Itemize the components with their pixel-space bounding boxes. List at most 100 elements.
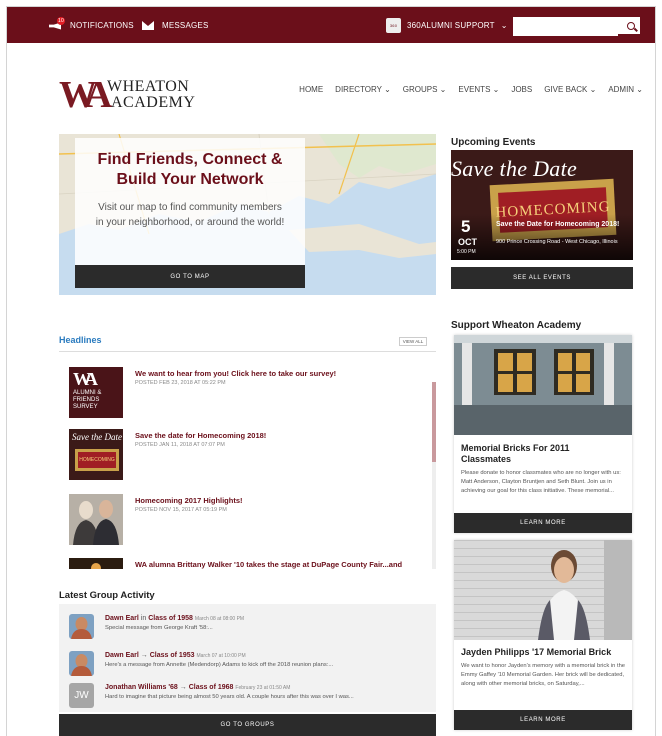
homecoming-thumbnail-ticket: HOMECOMING — [78, 452, 116, 468]
headlines-scroll-thumb[interactable] — [432, 382, 436, 462]
list-item[interactable]: Dawn Earl → Class of 1953 March 07 at 10… — [69, 651, 424, 679]
activity-group[interactable]: Class of 1968 — [189, 684, 234, 691]
support-label: 360ALUMNI SUPPORT — [407, 20, 495, 30]
group-activity-heading: Latest Group Activity — [59, 590, 155, 601]
activity-author[interactable]: Dawn Earl — [105, 615, 139, 622]
logo-line1: WHEATON — [107, 78, 190, 95]
headline-date: POSTED JAN 11, 2018 AT 07:07 PM — [135, 442, 225, 448]
activity-header: Jonathan Williams '68 → Class of 1968 Fe… — [105, 684, 290, 691]
list-item[interactable]: WA alumna Brittany Walker '10 takes the … — [69, 558, 409, 569]
search-icon — [627, 21, 635, 30]
homecoming-thumbnail-headline: Save the Date — [72, 432, 122, 442]
avatar[interactable] — [69, 614, 94, 639]
event-month: OCT — [458, 237, 477, 247]
map-hero: Find Friends, Connect & Build Your Netwo… — [59, 134, 436, 295]
headline-title[interactable]: WA alumna Brittany Walker '10 takes the … — [135, 560, 402, 569]
activity-group[interactable]: Class of 1953 — [150, 652, 195, 659]
event-image-headline: Save the Date — [451, 156, 578, 181]
notification-count-badge: 10 — [57, 16, 65, 25]
activity-separator: in — [138, 615, 149, 622]
account-avatar: 360 — [386, 17, 401, 33]
list-item[interactable]: Save the Date HOMECOMING Save the date f… — [69, 429, 409, 481]
headline-title[interactable]: Homecoming 2017 Highlights! — [135, 496, 243, 505]
headline-date: POSTED NOV 15, 2017 AT 05:19 PM — [135, 507, 227, 513]
activity-author[interactable]: Dawn Earl — [105, 652, 139, 659]
homecoming-thumbnail: Save the Date HOMECOMING — [69, 429, 123, 480]
avatar-initials[interactable]: JW — [69, 683, 94, 708]
search-input[interactable] — [513, 19, 618, 36]
nav-jobs[interactable]: JOBS — [511, 85, 532, 94]
support-card-title[interactable]: Jayden Philipps '17 Memorial Brick — [461, 647, 611, 658]
learn-more-button[interactable]: LEARN MORE — [454, 710, 632, 730]
page-frame: 10 NOTIFICATIONS MESSAGES 360 360ALUMNI … — [6, 6, 656, 736]
chevron-down-icon: ⌄ — [500, 20, 508, 30]
support-heading: Support Wheaton Academy — [451, 320, 582, 331]
headlines-heading[interactable]: Headlines — [59, 335, 102, 345]
hero-subtitle: Visit our map to find community members … — [75, 200, 305, 230]
envelope-icon — [142, 20, 154, 30]
house-photo — [454, 335, 632, 435]
event-title[interactable]: Save the Date for Homecoming 2018! — [496, 221, 628, 229]
logo-line2: ACADEMY — [111, 94, 196, 111]
hero-subtitle-line1: Visit our map to find community members — [98, 202, 282, 213]
top-bar: 10 NOTIFICATIONS MESSAGES 360 360ALUMNI … — [7, 7, 655, 43]
group-activity-list: Dawn Earl in Class of 1958 March 08 at 0… — [59, 604, 436, 712]
survey-thumbnail-text: ALUMNI & FRIENDS SURVEY — [73, 390, 102, 410]
see-all-events-button[interactable]: SEE ALL EVENTS — [451, 267, 633, 289]
list-item[interactable]: JW Jonathan Williams '68 → Class of 1968… — [69, 683, 424, 711]
site-logo[interactable]: WA WHEATON ACADEMY — [59, 73, 199, 117]
megaphone-icon: 10 — [49, 16, 65, 31]
support-card-text: We want to honor Jayden's memory with a … — [461, 663, 626, 687]
activity-message: Hard to imagine that picture being almos… — [105, 694, 354, 700]
nav-groups[interactable]: GROUPS ⌄ — [403, 85, 447, 94]
headline-title[interactable]: Save the date for Homecoming 2018! — [135, 431, 266, 440]
survey-thumbnail: WA ALUMNI & FRIENDS SURVEY — [69, 367, 123, 418]
headlines-list: WA ALUMNI & FRIENDS SURVEY We want to he… — [59, 351, 436, 569]
notifications-link[interactable]: 10 NOTIFICATIONS — [49, 7, 134, 43]
support-card-title-line1: Memorial Bricks For 2011 — [461, 443, 570, 453]
main-nav: HOME DIRECTORY ⌄ GROUPS ⌄ EVENTS ⌄ JOBS … — [299, 85, 643, 94]
hero-title-line1: Find Friends, Connect & — [97, 151, 283, 168]
activity-group[interactable]: Class of 1958 — [148, 615, 193, 622]
support-card-title-line1: Jayden Philipps '17 Memorial Brick — [461, 647, 612, 657]
activity-separator: → — [177, 684, 189, 691]
nav-directory[interactable]: DIRECTORY ⌄ — [335, 85, 391, 94]
headlines-scrollbar[interactable] — [432, 382, 436, 569]
event-card[interactable]: Save the Date HOMECOMING 5 OCT 5:00 PM S… — [451, 150, 633, 260]
nav-give-back[interactable]: GIVE BACK ⌄ — [544, 85, 596, 94]
support-card-title-line2: Classmates — [461, 454, 512, 464]
search-box[interactable] — [513, 17, 640, 36]
logo-wordmark: WHEATON ACADEMY — [107, 79, 195, 111]
avatar[interactable] — [69, 651, 94, 676]
support-card-title[interactable]: Memorial Bricks For 2011 Classmates — [461, 443, 570, 465]
activity-date: March 07 at 10:00 PM — [196, 653, 246, 659]
list-item[interactable]: Homecoming 2017 Highlights! POSTED NOV 1… — [69, 494, 409, 546]
event-day: 5 — [461, 217, 471, 236]
event-time: 5:00 PM — [457, 249, 476, 255]
hero-title: Find Friends, Connect & Build Your Netwo… — [75, 150, 305, 190]
activity-date: February 23 at 01:50 AM — [235, 685, 291, 691]
search-button[interactable] — [622, 17, 640, 34]
support-card-memorial: Jayden Philipps '17 Memorial Brick We wa… — [454, 540, 632, 730]
go-to-groups-button[interactable]: GO TO GROUPS — [59, 714, 436, 736]
support-account-menu[interactable]: 360 360ALUMNI SUPPORT ⌄ — [386, 7, 508, 43]
messages-label: MESSAGES — [162, 20, 209, 30]
activity-message: Special message from George Kraft '58:..… — [105, 625, 213, 631]
nav-home[interactable]: HOME — [299, 85, 323, 94]
portrait-photo — [454, 540, 632, 640]
activity-header: Dawn Earl in Class of 1958 March 08 at 0… — [105, 615, 244, 622]
nav-admin[interactable]: ADMIN ⌄ — [608, 85, 643, 94]
support-card-text: Please donate to honor classmates who ar… — [461, 470, 621, 494]
hero-title-line2: Build Your Network — [116, 171, 264, 188]
list-item[interactable]: Dawn Earl in Class of 1958 March 08 at 0… — [69, 614, 424, 642]
support-card-bricks: Memorial Bricks For 2011 Classmates Plea… — [454, 335, 632, 533]
view-all-button[interactable]: VIEW ALL — [399, 337, 427, 346]
headline-title[interactable]: We want to hear from you! Click here to … — [135, 369, 336, 378]
learn-more-button[interactable]: LEARN MORE — [454, 513, 632, 533]
list-item[interactable]: WA ALUMNI & FRIENDS SURVEY We want to he… — [69, 367, 409, 419]
activity-author[interactable]: Jonathan Williams '68 — [105, 684, 178, 691]
go-to-map-button[interactable]: GO TO MAP — [75, 265, 305, 288]
activity-date: March 08 at 08:00 PM — [194, 616, 245, 622]
messages-link[interactable]: MESSAGES — [142, 7, 209, 43]
nav-events[interactable]: EVENTS ⌄ — [458, 85, 499, 94]
